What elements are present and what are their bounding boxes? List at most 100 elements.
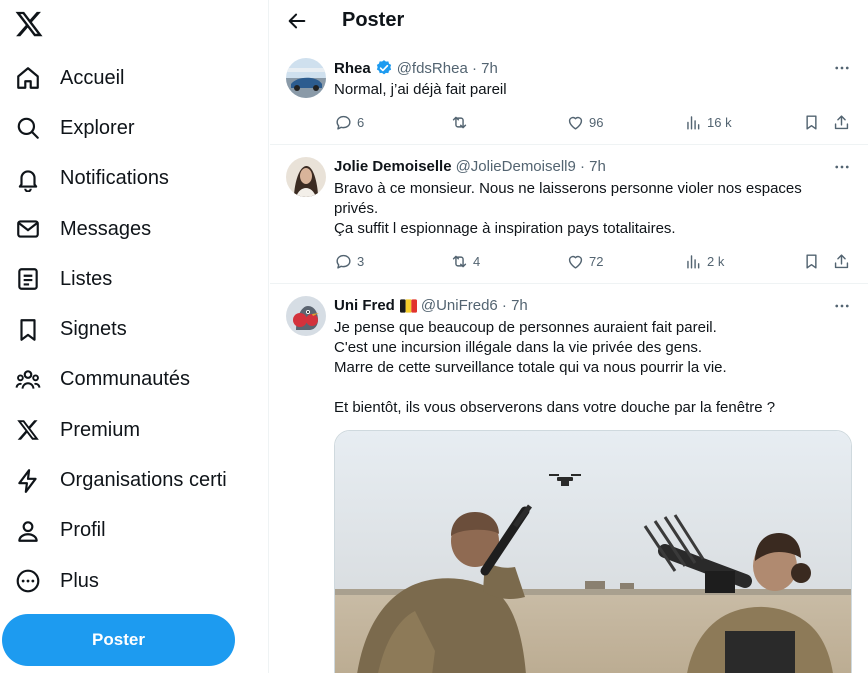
- main-column: Poster Rhea @fdsRhea · 7h Normal, j’ai d…: [270, 0, 868, 673]
- author-handle[interactable]: @fdsRhea · 7h: [397, 60, 498, 77]
- bell-icon: [14, 165, 42, 193]
- like-button[interactable]: 96: [566, 112, 603, 132]
- nav-item-premium[interactable]: Premium: [0, 405, 268, 455]
- nav-item-messages[interactable]: Messages: [0, 204, 268, 254]
- nav-label: Plus: [60, 569, 99, 592]
- nav-label: Notifications: [60, 167, 169, 190]
- bookmark-icon: [14, 316, 42, 344]
- verified-badge-icon: [375, 59, 393, 77]
- tweet-line: Bravo à ce monsieur. Nous ne laisserons …: [334, 180, 802, 197]
- nav-item-accueil[interactable]: Accueil: [0, 53, 268, 103]
- share-button[interactable]: [832, 112, 851, 132]
- nav-label: Profil: [60, 519, 106, 542]
- views-chart-icon: [684, 252, 703, 271]
- home-icon: [14, 64, 42, 92]
- tweet-header: Rhea @fdsRhea · 7h: [334, 59, 498, 77]
- tweet-header: Jolie Demoiselle @JolieDemoisell9 · 7h: [334, 158, 606, 175]
- share-icon: [832, 113, 851, 132]
- sidebar: Accueil Explorer Notifications Messages …: [0, 0, 269, 673]
- tweet-actions: 3 4 72 2 k: [334, 251, 852, 271]
- author-handle[interactable]: @UniFred6 · 7h: [421, 297, 528, 314]
- nav-item-notifications[interactable]: Notifications: [0, 154, 268, 204]
- views-button[interactable]: 16 k: [684, 112, 732, 132]
- belgium-flag-icon: [399, 298, 417, 313]
- reply-tweet[interactable]: Jolie Demoiselle @JolieDemoisell9 · 7h B…: [270, 145, 868, 284]
- share-icon: [832, 252, 851, 271]
- nav-label: Accueil: [60, 66, 125, 89]
- tweet-text: Je pense que beaucoup de personnes aurai…: [334, 318, 854, 418]
- x-logo-icon[interactable]: [14, 9, 44, 39]
- reply-tweet[interactable]: Rhea @fdsRhea · 7h Normal, j’ai déjà fai…: [270, 45, 868, 145]
- retweet-button[interactable]: [450, 112, 473, 132]
- tweet-actions: 6 96 16 k: [334, 112, 852, 132]
- tweet-text: Bravo à ce monsieur. Nous ne laisserons …: [334, 179, 820, 239]
- nav-item-explorer[interactable]: Explorer: [0, 103, 268, 153]
- lightning-icon: [14, 467, 42, 495]
- avatar[interactable]: [286, 157, 326, 197]
- tweet-text: Normal, j’ai déjà fait pareil: [334, 80, 820, 100]
- retweet-button[interactable]: 4: [450, 251, 480, 271]
- tweet-line: Je pense que beaucoup de personnes aurai…: [334, 319, 717, 336]
- arrow-left-icon[interactable]: [286, 10, 308, 32]
- author-handle[interactable]: @JolieDemoisell9 · 7h: [456, 158, 606, 175]
- page-header: Poster: [270, 0, 868, 43]
- list-icon: [14, 265, 42, 293]
- tweet-line: privés.: [334, 200, 379, 217]
- bookmark-button[interactable]: [802, 112, 821, 132]
- primary-nav: Accueil Explorer Notifications Messages …: [0, 53, 268, 606]
- reply-button[interactable]: 3: [334, 251, 364, 271]
- nav-item-plus[interactable]: Plus: [0, 556, 268, 606]
- bookmark-icon: [802, 252, 821, 271]
- views-chart-icon: [684, 113, 703, 132]
- reply-button[interactable]: 6: [334, 112, 364, 132]
- nav-label: Communautés: [60, 368, 191, 391]
- nav-item-communautes[interactable]: Communautés: [0, 355, 268, 405]
- views-count: 2 k: [707, 253, 725, 269]
- reply-count: 3: [357, 253, 365, 269]
- nav-item-listes[interactable]: Listes: [0, 254, 268, 304]
- views-count: 16 k: [707, 114, 732, 130]
- reply-icon: [334, 252, 353, 271]
- tweet-image[interactable]: [334, 430, 852, 673]
- heart-icon: [566, 113, 585, 132]
- tweet-line: Ça suffit l espionnage à inspiration pay…: [334, 220, 676, 237]
- author-name[interactable]: Rhea: [334, 60, 371, 77]
- reply-icon: [334, 113, 353, 132]
- more-options-icon[interactable]: [832, 296, 852, 316]
- tweet-line: C'est une incursion illégale dans la vie…: [334, 339, 703, 356]
- like-count: 72: [589, 253, 604, 269]
- views-button[interactable]: 2 k: [684, 251, 724, 271]
- like-count: 96: [589, 114, 604, 130]
- bookmark-button[interactable]: [802, 251, 821, 271]
- tweet-header: Uni Fred 🇧🇪 @UniFred6 · 7h: [334, 297, 528, 314]
- heart-icon: [566, 252, 585, 271]
- bookmark-icon: [802, 113, 821, 132]
- tweet-line: Marre de cette surveillance totale qui v…: [334, 359, 727, 376]
- tweet-line: [334, 378, 854, 398]
- tweet-line: Normal, j’ai déjà fait pareil: [334, 81, 507, 98]
- retweet-icon: [450, 252, 469, 271]
- share-button[interactable]: [832, 251, 851, 271]
- search-icon: [14, 114, 42, 142]
- author-name[interactable]: Uni Fred: [334, 297, 395, 314]
- communities-icon: [14, 366, 42, 394]
- post-button[interactable]: Poster: [2, 614, 235, 666]
- author-name[interactable]: Jolie Demoiselle: [334, 158, 452, 175]
- retweet-count: 4: [473, 253, 481, 269]
- reply-count: 6: [357, 114, 365, 130]
- nav-label: Listes: [60, 267, 113, 290]
- nav-item-signets[interactable]: Signets: [0, 304, 268, 354]
- more-options-icon[interactable]: [832, 58, 852, 78]
- page-title: Poster: [342, 9, 405, 31]
- avatar[interactable]: [286, 296, 326, 336]
- more-options-icon[interactable]: [832, 157, 852, 177]
- retweet-icon: [450, 113, 469, 132]
- like-button[interactable]: 72: [566, 251, 603, 271]
- nav-item-profil[interactable]: Profil: [0, 506, 268, 556]
- nav-item-organisations[interactable]: Organisations certi: [0, 455, 268, 505]
- tweet-line: Et bientôt, ils vous observerons dans vo…: [334, 399, 776, 416]
- x-logo-icon: [14, 416, 42, 444]
- person-icon: [14, 517, 42, 545]
- avatar[interactable]: [286, 58, 326, 98]
- more-circle-icon: [14, 567, 42, 595]
